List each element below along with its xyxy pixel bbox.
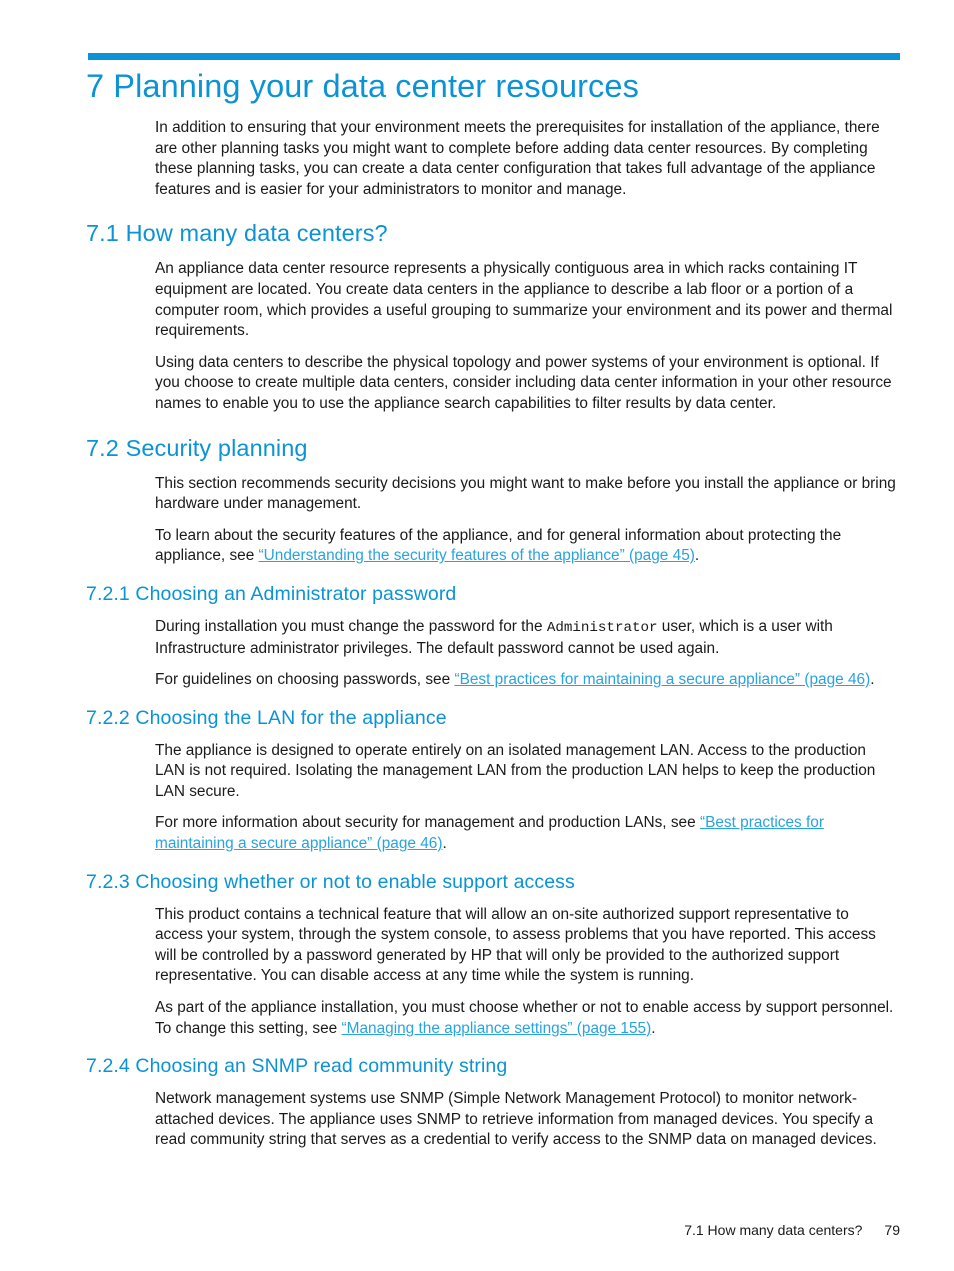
- section-7-2-2-paragraph-2: For more information about security for …: [0, 813, 954, 854]
- chapter-intro-paragraph: In addition to ensuring that your enviro…: [155, 119, 880, 198]
- paragraph-text: For guidelines on choosing passwords, se…: [155, 671, 455, 689]
- paragraph-text-tail: .: [870, 671, 875, 689]
- section-heading-7-2: 7.2 Security planning: [86, 434, 308, 461]
- section-7-2-3-paragraph-1: This product contains a technical featur…: [155, 905, 876, 985]
- paragraph-text-tail: .: [694, 547, 700, 565]
- paragraph-text-tail: .: [442, 835, 447, 853]
- document-content: In addition to ensuring that your enviro…: [0, 118, 954, 1151]
- section-7-2-1-paragraph-1: During installation you must change the …: [0, 617, 954, 659]
- cross-reference-link-managing-appliance-settings[interactable]: “Managing the appliance settings” (page …: [342, 1020, 652, 1037]
- monospace-term-administrator: Administrator: [546, 619, 658, 636]
- cross-reference-link-understanding-security-features[interactable]: “Understanding the security features of …: [259, 547, 695, 564]
- page-footer: 7.1 How many data centers? 79: [0, 1222, 954, 1238]
- chapter-rule-divider: [88, 53, 900, 60]
- section-7-2-4-paragraph-1: Network management systems use SNMP (Sim…: [155, 1090, 877, 1149]
- section-7-1-paragraph-2: Using data centers to describe the physi…: [155, 353, 892, 412]
- section-7-2-2-paragraph-1: The appliance is designed to operate ent…: [155, 741, 876, 800]
- footer-section-title: 7.1 How many data centers?: [684, 1222, 863, 1238]
- section-heading-7-1: 7.1 How many data centers?: [86, 220, 388, 247]
- section-7-2-3-paragraph-2: As part of the appliance installation, y…: [0, 998, 954, 1039]
- section-7-2-paragraph-2: To learn about the security features of …: [0, 526, 954, 567]
- section-7-2-1-paragraph-2: For guidelines on choosing passwords, se…: [0, 670, 954, 691]
- page-title: 7 Planning your data center resources: [86, 68, 639, 104]
- section-heading-7-2-1: 7.2.1 Choosing an Administrator password: [86, 582, 457, 605]
- section-7-1-paragraph-1: An appliance data center resource repres…: [155, 260, 893, 340]
- section-heading-7-2-4: 7.2.4 Choosing an SNMP read community st…: [86, 1055, 508, 1078]
- paragraph-text: During installation you must change the …: [155, 617, 547, 635]
- paragraph-text: For more information about security for …: [155, 814, 700, 832]
- section-heading-7-2-3: 7.2.3 Choosing whether or not to enable …: [86, 870, 575, 893]
- paragraph-text-tail: .: [651, 1019, 656, 1037]
- document-page: 7 Planning your data center resources In…: [0, 0, 954, 1271]
- cross-reference-link-best-practices-46[interactable]: “Best practices for maintaining a secure…: [454, 671, 870, 688]
- section-heading-7-2-2: 7.2.2 Choosing the LAN for the appliance: [86, 706, 447, 729]
- section-7-2-paragraph-1: This section recommends security decisio…: [155, 474, 896, 513]
- footer-page-number: 79: [884, 1222, 900, 1238]
